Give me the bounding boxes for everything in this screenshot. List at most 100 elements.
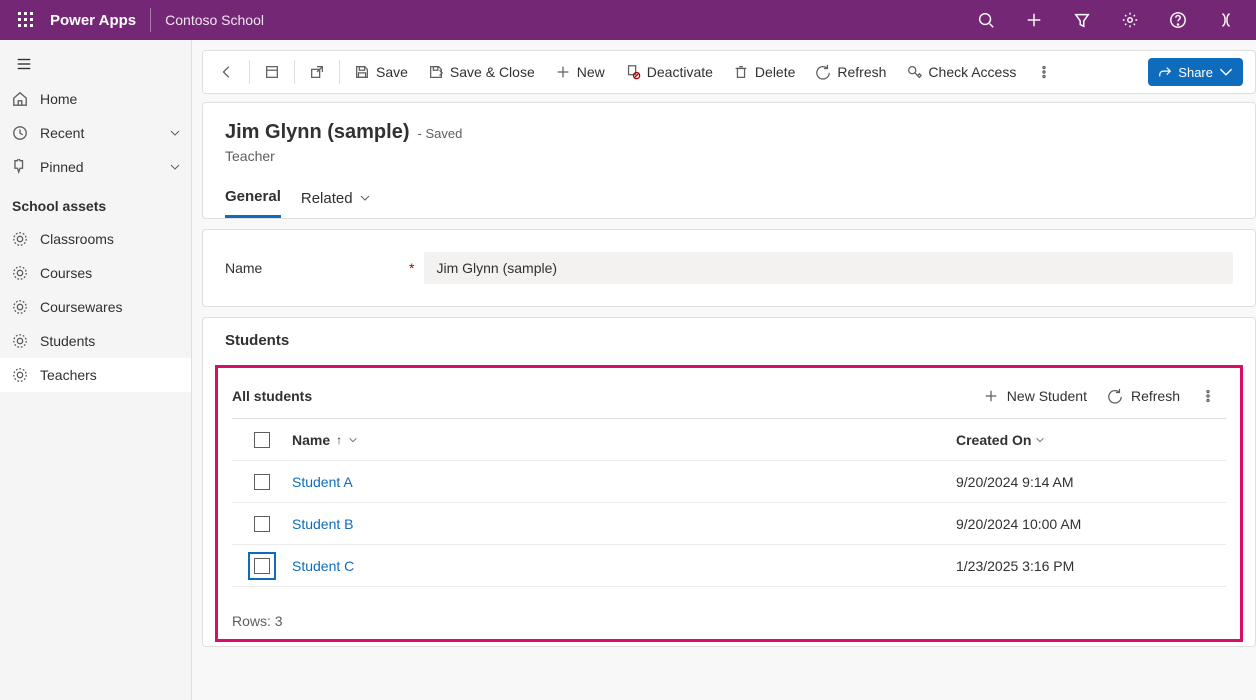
home-icon — [12, 91, 28, 107]
save-label: Save — [376, 64, 408, 80]
entity-icon — [12, 265, 28, 281]
refresh-button[interactable]: Refresh — [805, 54, 896, 90]
delete-label: Delete — [755, 64, 795, 80]
nav-pinned[interactable]: Pinned — [0, 150, 191, 184]
nav-classrooms[interactable]: Classrooms — [0, 222, 191, 256]
nav-item-label: Classrooms — [40, 231, 114, 247]
record-entity-label: Teacher — [225, 148, 1233, 164]
refresh-label: Refresh — [837, 64, 886, 80]
students-subgrid-highlight: All students New Student Refresh Name↑ C… — [215, 365, 1243, 642]
subgrid-view-name[interactable]: All students — [232, 388, 312, 404]
subgrid-toolbar: All students New Student Refresh — [232, 378, 1226, 414]
subgrid-overflow-button[interactable] — [1190, 380, 1226, 412]
nav-pinned-label: Pinned — [40, 159, 84, 175]
environment-name[interactable]: Contoso School — [165, 12, 264, 28]
new-button[interactable]: New — [545, 54, 615, 90]
row-created-value: 9/20/2024 9:14 AM — [956, 474, 1226, 490]
new-label: New — [577, 64, 605, 80]
nav-recent-label: Recent — [40, 125, 84, 141]
check-access-label: Check Access — [928, 64, 1016, 80]
back-button[interactable] — [209, 54, 245, 90]
column-header-name[interactable]: Name↑ — [292, 432, 956, 448]
settings-button[interactable] — [1106, 0, 1154, 40]
row-checkbox[interactable] — [254, 558, 270, 574]
nav-home-label: Home — [40, 91, 77, 107]
check-access-button[interactable]: Check Access — [896, 54, 1026, 90]
entity-icon — [12, 231, 28, 247]
nav-coursewares[interactable]: Coursewares — [0, 290, 191, 324]
row-created-value: 9/20/2024 10:00 AM — [956, 516, 1226, 532]
nav-item-label: Courses — [40, 265, 92, 281]
nav-recent[interactable]: Recent — [0, 116, 191, 150]
nav-courses[interactable]: Courses — [0, 256, 191, 290]
record-title: Jim Glynn (sample) — [225, 121, 410, 144]
nav-section-label: School assets — [0, 184, 191, 222]
form-header: Jim Glynn (sample) - Saved Teacher Gener… — [202, 102, 1256, 219]
main-content: Save Save & Close New Deactivate Delete … — [192, 40, 1256, 700]
nav-item-label: Coursewares — [40, 299, 122, 315]
required-indicator: * — [409, 260, 414, 276]
record-saved-status: - Saved — [418, 126, 463, 141]
task-pane-button[interactable] — [254, 54, 290, 90]
row-name-link[interactable]: Student A — [292, 474, 353, 490]
table-row[interactable]: Student C 1/23/2025 3:16 PM — [232, 545, 1226, 587]
copilot-button[interactable] — [1202, 0, 1250, 40]
clock-icon — [12, 125, 28, 141]
entity-icon — [12, 333, 28, 349]
deactivate-button[interactable]: Deactivate — [615, 54, 723, 90]
app-launcher-button[interactable] — [6, 0, 46, 40]
select-all-checkbox[interactable] — [254, 432, 270, 448]
row-name-link[interactable]: Student B — [292, 516, 354, 532]
nav-item-label: Students — [40, 333, 95, 349]
tab-general[interactable]: General — [225, 180, 281, 218]
tab-related[interactable]: Related — [301, 180, 371, 218]
subgrid-header-row: Name↑ Created On — [232, 419, 1226, 461]
search-button[interactable] — [962, 0, 1010, 40]
save-close-label: Save & Close — [450, 64, 535, 80]
help-button[interactable] — [1154, 0, 1202, 40]
add-button[interactable] — [1010, 0, 1058, 40]
students-section-title: Students — [203, 332, 1255, 359]
save-button[interactable]: Save — [344, 54, 418, 90]
deactivate-label: Deactivate — [647, 64, 713, 80]
field-name-label: Name — [225, 260, 405, 276]
field-name-input[interactable] — [424, 252, 1233, 284]
row-created-value: 1/23/2025 3:16 PM — [956, 558, 1226, 574]
divider — [150, 8, 151, 32]
new-student-button[interactable]: New Student — [973, 380, 1097, 412]
table-row[interactable]: Student A 9/20/2024 9:14 AM — [232, 461, 1226, 503]
entity-icon — [12, 367, 28, 383]
students-section: Students All students New Student Refres… — [202, 317, 1256, 647]
subgrid-table: Name↑ Created On Student A 9/20/2024 9:1… — [232, 418, 1226, 587]
sitemap: Home Recent Pinned School assets Classro… — [0, 40, 192, 700]
delete-button[interactable]: Delete — [723, 54, 805, 90]
form-tabs: General Related — [225, 180, 1233, 218]
row-checkbox[interactable] — [254, 516, 270, 532]
table-row[interactable]: Student B 9/20/2024 10:00 AM — [232, 503, 1226, 545]
brand-label: Power Apps — [50, 12, 136, 29]
share-button[interactable]: Share — [1148, 58, 1243, 86]
field-name-row: Name * — [202, 229, 1256, 307]
filter-button[interactable] — [1058, 0, 1106, 40]
column-header-created[interactable]: Created On — [956, 432, 1226, 448]
nav-teachers[interactable]: Teachers — [0, 358, 191, 392]
pin-icon — [12, 159, 28, 175]
row-name-link[interactable]: Student C — [292, 558, 354, 574]
nav-students[interactable]: Students — [0, 324, 191, 358]
sort-asc-icon: ↑ — [336, 433, 342, 447]
sitemap-toggle[interactable] — [2, 46, 46, 82]
command-bar: Save Save & Close New Deactivate Delete … — [202, 50, 1256, 94]
row-count: Rows: 3 — [232, 587, 1226, 633]
overflow-button[interactable] — [1026, 54, 1062, 90]
share-label: Share — [1178, 65, 1213, 80]
global-header: Power Apps Contoso School — [0, 0, 1256, 40]
entity-icon — [12, 299, 28, 315]
chevron-down-icon — [169, 161, 181, 173]
nav-home[interactable]: Home — [0, 82, 191, 116]
subgrid-refresh-button[interactable]: Refresh — [1097, 380, 1190, 412]
row-checkbox[interactable] — [254, 474, 270, 490]
nav-item-label: Teachers — [40, 367, 97, 383]
save-close-button[interactable]: Save & Close — [418, 54, 545, 90]
chevron-down-icon — [169, 127, 181, 139]
open-new-window-button[interactable] — [299, 54, 335, 90]
